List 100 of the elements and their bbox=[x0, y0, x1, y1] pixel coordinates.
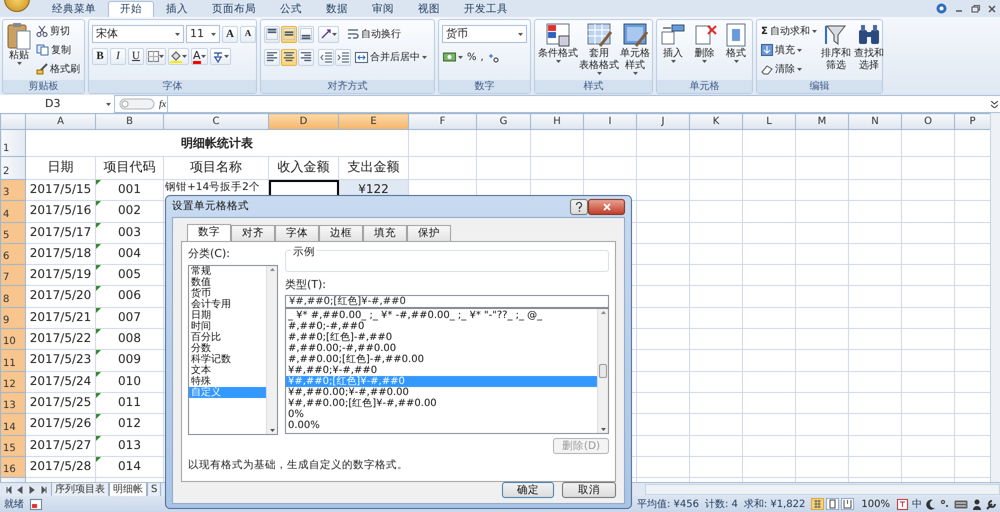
list-item[interactable]: 会计专用 bbox=[189, 298, 266, 310]
column-header[interactable]: H bbox=[530, 114, 584, 130]
format-cells-button[interactable]: 格式 bbox=[723, 22, 749, 78]
moon-icon[interactable] bbox=[926, 498, 936, 510]
ribbon-tab[interactable]: 开始 bbox=[108, 1, 154, 17]
decrease-indent-button[interactable] bbox=[318, 48, 334, 66]
align-bottom-button[interactable] bbox=[298, 26, 314, 42]
ribbon-tab[interactable]: 插入 bbox=[154, 1, 200, 17]
ime-logo-icon[interactable] bbox=[897, 498, 908, 510]
row-header[interactable]: 10 bbox=[0, 328, 26, 350]
person-icon[interactable] bbox=[972, 498, 982, 510]
table-style-button[interactable]: 套用 表格格式 bbox=[579, 22, 619, 78]
restore-button[interactable] bbox=[971, 4, 980, 12]
row-header[interactable]: 12 bbox=[0, 371, 26, 392]
underline-button[interactable]: U bbox=[128, 48, 144, 65]
column-header[interactable]: E bbox=[338, 114, 408, 130]
merge-center-button[interactable]: 合并后居中 bbox=[354, 48, 428, 66]
cell-style-button[interactable]: 单元格 样式 bbox=[620, 22, 650, 78]
category-list[interactable]: 常规 数值 货币 会计专用 日期 时间 百分比 分数 科学记数 文本 特殊 自定义 bbox=[188, 264, 278, 434]
column-header[interactable]: J bbox=[636, 114, 690, 130]
ime-mode-text[interactable]: 中 bbox=[912, 496, 922, 512]
view-normal-button[interactable] bbox=[811, 498, 824, 510]
list-item[interactable]: _ ¥* #,##0.00_ ;_ ¥* -#,##0.00_ ;_ ¥* "-"??_ ;_ @_ bbox=[286, 310, 597, 320]
row-header[interactable]: 1 bbox=[0, 130, 26, 156]
insert-cells-button[interactable]: 插入 bbox=[660, 22, 686, 78]
align-center-button[interactable] bbox=[281, 48, 297, 66]
column-header[interactable]: F bbox=[408, 114, 476, 130]
list-item[interactable]: #,##0;[红色]-#,##0 bbox=[286, 332, 597, 342]
column-header[interactable]: C bbox=[164, 114, 268, 130]
paste-button[interactable]: 粘贴 bbox=[6, 22, 32, 78]
sheet-tab[interactable]: 序列项目表 bbox=[51, 482, 109, 496]
view-page-layout-button[interactable] bbox=[826, 498, 840, 510]
list-item[interactable]: ¥#,##0;¥-#,##0 bbox=[286, 364, 597, 376]
help-button[interactable] bbox=[570, 198, 588, 214]
ribbon-tab[interactable]: 公式 bbox=[268, 1, 314, 17]
increase-indent-button[interactable] bbox=[335, 48, 351, 66]
row-header[interactable]: 5 bbox=[0, 222, 26, 244]
close-button[interactable] bbox=[588, 198, 625, 214]
font-color-button[interactable]: A bbox=[191, 48, 208, 65]
sort-filter-button[interactable]: 排序和 筛选 bbox=[820, 22, 851, 78]
orientation-button[interactable] bbox=[318, 26, 339, 42]
ribbon-tab[interactable]: 视图 bbox=[406, 1, 452, 17]
find-select-button[interactable]: 查找和 选择 bbox=[854, 22, 884, 78]
dialog-tab[interactable]: 边框 bbox=[319, 225, 363, 241]
fill-button[interactable]: 填充 bbox=[760, 41, 818, 59]
list-item[interactable]: 文本 bbox=[189, 364, 266, 376]
list-item[interactable]: 0.00% bbox=[286, 420, 597, 430]
format-list[interactable] bbox=[285, 308, 609, 434]
cancel-button[interactable]: 取消 bbox=[562, 482, 616, 498]
column-header[interactable]: G bbox=[476, 114, 530, 130]
align-middle-button[interactable] bbox=[281, 26, 297, 42]
sheet-tab[interactable]: 明细帐 bbox=[109, 482, 147, 496]
row-header[interactable]: 14 bbox=[0, 414, 26, 436]
row-header[interactable]: 9 bbox=[0, 307, 26, 329]
zoom-level-button[interactable]: 100% bbox=[860, 495, 891, 512]
delete-cells-button[interactable]: 删除 bbox=[692, 22, 718, 78]
list-item[interactable]: ¥#,##0.00;¥-#,##0.00 bbox=[286, 386, 597, 398]
percent-button[interactable]: % bbox=[466, 48, 478, 66]
dialog-tab[interactable]: 填充 bbox=[363, 225, 407, 241]
format-painter-button[interactable]: 格式刷 bbox=[35, 60, 81, 78]
sheet-tab[interactable]: S bbox=[147, 482, 162, 496]
row-header[interactable]: 15 bbox=[0, 435, 26, 456]
view-page-break-button[interactable] bbox=[841, 498, 854, 510]
list-item[interactable]: 数值 bbox=[189, 276, 266, 288]
column-header[interactable]: I bbox=[584, 114, 636, 130]
column-header[interactable]: M bbox=[796, 114, 848, 130]
dialog-tab[interactable]: 字体 bbox=[275, 225, 319, 241]
column-header[interactable]: O bbox=[902, 114, 954, 130]
ok-button[interactable]: 确定 bbox=[502, 482, 554, 498]
borders-button[interactable] bbox=[146, 48, 166, 65]
name-box[interactable]: D3 bbox=[0, 95, 115, 113]
list-item[interactable]: #,##0.00;-#,##0.00 bbox=[286, 342, 597, 354]
row-header[interactable]: 3 bbox=[0, 180, 26, 201]
row-header[interactable]: 8 bbox=[0, 286, 26, 308]
cut-button[interactable]: 剪切 bbox=[35, 22, 81, 40]
row-header[interactable]: 6 bbox=[0, 243, 26, 265]
copy-button[interactable]: 复制 bbox=[35, 41, 81, 59]
align-right-button[interactable] bbox=[298, 48, 314, 66]
scrollbar-thumb[interactable] bbox=[599, 364, 607, 378]
ribbon-tab[interactable]: 页面布局 bbox=[200, 1, 268, 17]
number-format-combo[interactable]: 货币 bbox=[442, 25, 527, 43]
grow-font-button[interactable]: A bbox=[222, 26, 238, 42]
row-header[interactable]: 2 bbox=[0, 156, 26, 180]
column-header[interactable]: A bbox=[26, 114, 96, 130]
column-header[interactable]: B bbox=[96, 114, 164, 130]
wrench-icon[interactable] bbox=[986, 498, 997, 510]
conditional-style-button[interactable]: 条件格式 bbox=[538, 22, 578, 78]
list-item[interactable]: #,##0;-#,##0 bbox=[286, 320, 597, 332]
punctuation-icon[interactable] bbox=[940, 499, 950, 509]
vertical-scrollbar[interactable] bbox=[990, 113, 1000, 482]
autosum-button[interactable]: Σ 自动求和 bbox=[760, 22, 818, 40]
list-item[interactable]: ¥#,##0.00;[红色]¥-#,##0.00 bbox=[286, 398, 597, 408]
clear-button[interactable]: 清除 bbox=[760, 60, 818, 78]
ribbon-tab[interactable]: 经典菜单 bbox=[40, 1, 108, 17]
wrap-text-button[interactable]: 自动换行 bbox=[346, 25, 402, 43]
type-input-field[interactable]: ¥#,##0;[红色]¥-#,##0 bbox=[285, 294, 609, 308]
column-header[interactable]: K bbox=[690, 114, 742, 130]
align-top-button[interactable] bbox=[264, 26, 280, 42]
align-left-button[interactable] bbox=[264, 48, 280, 66]
column-header[interactable]: L bbox=[742, 114, 796, 130]
